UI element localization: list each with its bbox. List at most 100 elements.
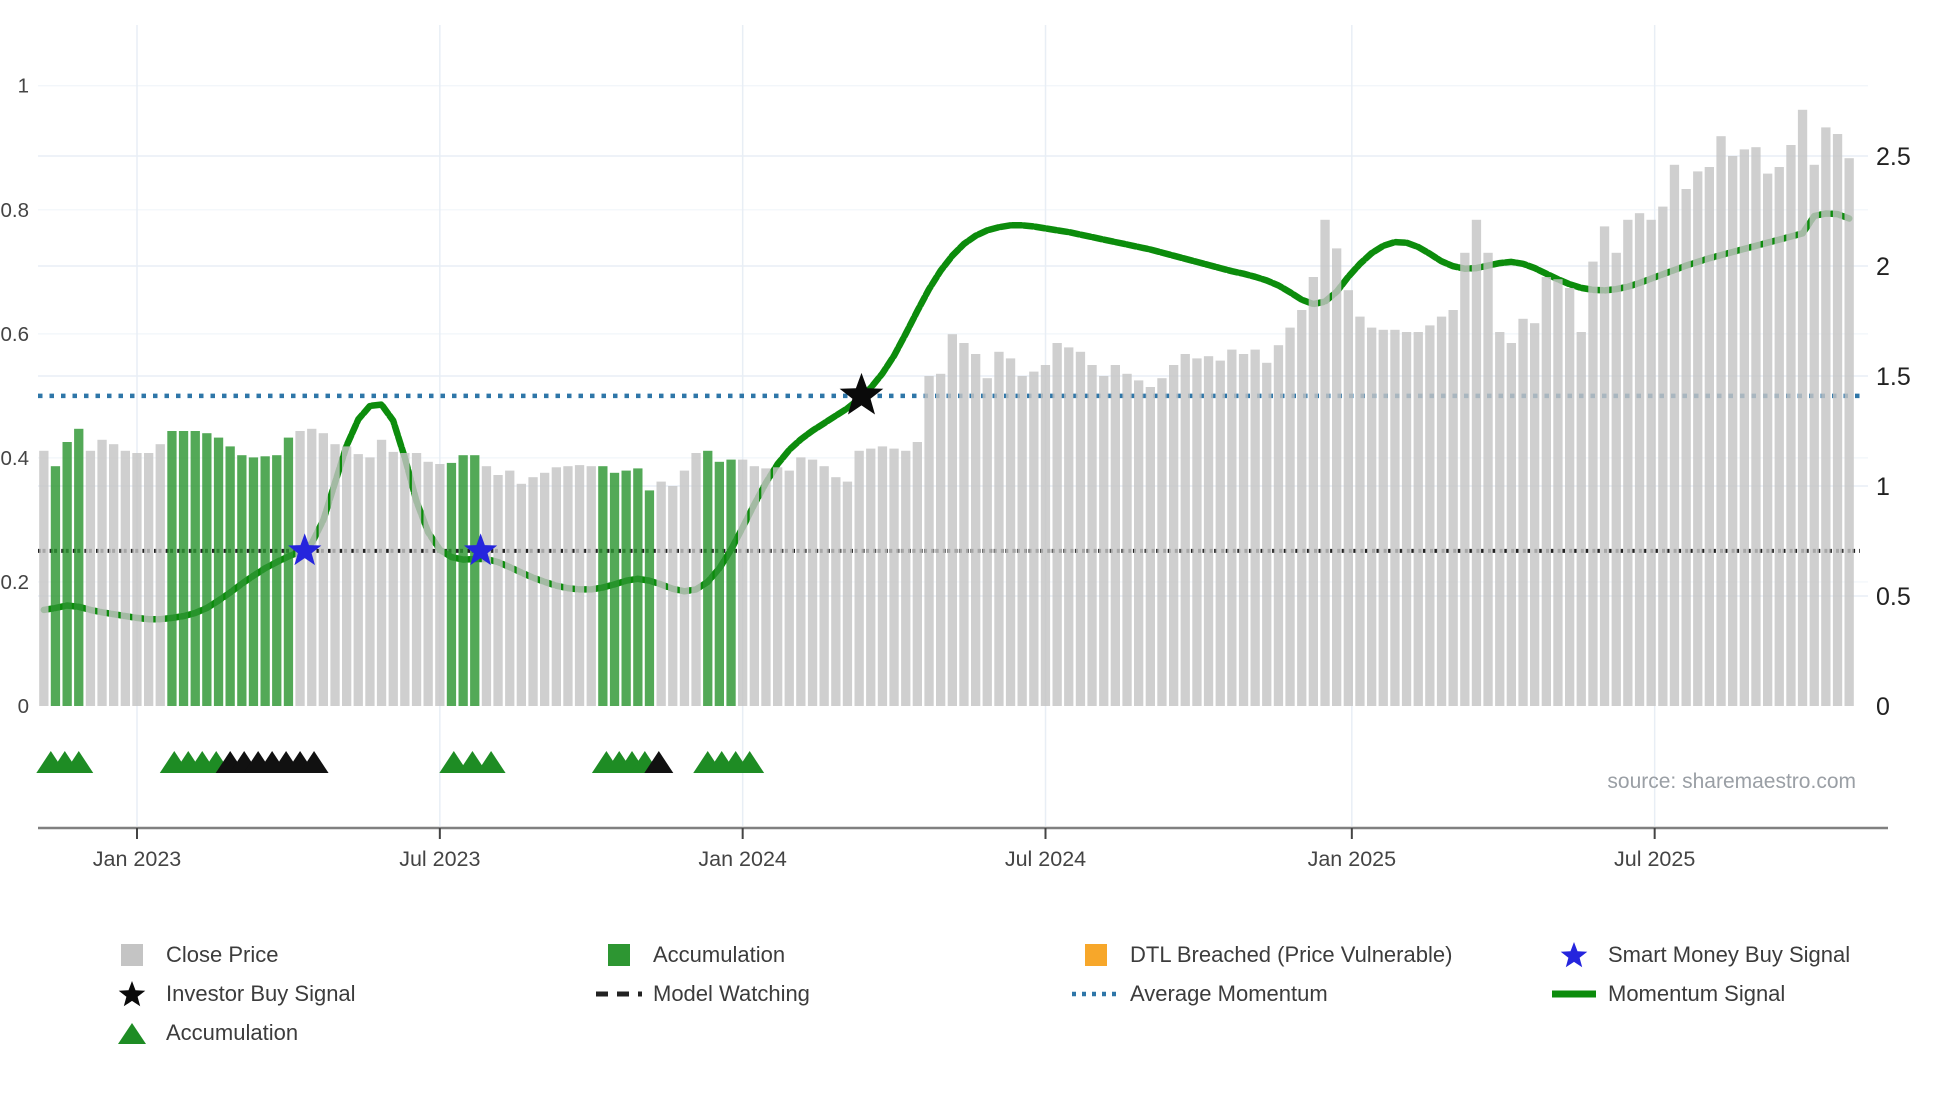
close-price-bar bbox=[877, 446, 888, 706]
close-price-bar bbox=[1122, 373, 1132, 706]
legend-item-model-watching: Model Watching bbox=[593, 981, 810, 1007]
close-price-bar bbox=[1075, 351, 1086, 706]
close-price-bar bbox=[1157, 378, 1167, 706]
close-price-bar bbox=[528, 477, 538, 706]
close-price-bar bbox=[1064, 347, 1074, 706]
close-price-bar bbox=[505, 470, 515, 706]
close-price-bar bbox=[1203, 356, 1214, 706]
legend-item-average-momentum: Average Momentum bbox=[1070, 981, 1452, 1007]
close-price-bar bbox=[376, 439, 387, 706]
accumulation-bar bbox=[225, 446, 235, 706]
close-price-bar bbox=[773, 467, 783, 706]
close-price-bar bbox=[574, 465, 585, 706]
legend-star-icon bbox=[1560, 942, 1588, 968]
close-price-bar bbox=[668, 486, 678, 706]
legend-square-swatch bbox=[608, 944, 630, 966]
close-price-bar bbox=[854, 450, 864, 706]
close-price-bar bbox=[1052, 343, 1062, 706]
accumulation-bar bbox=[190, 431, 200, 706]
close-price-bar bbox=[1623, 219, 1633, 707]
close-price-bar bbox=[109, 444, 119, 706]
accumulation-bar bbox=[283, 437, 294, 706]
legend-item-accumulation-triangle: Accumulation bbox=[106, 1020, 356, 1046]
close-price-bar bbox=[842, 481, 853, 706]
legend-item-smart-money-buy-signal: Smart Money Buy Signal bbox=[1548, 942, 1850, 968]
close-price-bar bbox=[1518, 318, 1528, 706]
close-price-bar bbox=[342, 446, 352, 706]
close-price-bar bbox=[679, 470, 690, 706]
close-price-bar bbox=[1774, 167, 1784, 706]
close-price-bar bbox=[784, 470, 794, 706]
close-price-bar bbox=[563, 466, 573, 706]
close-price-bar bbox=[1192, 358, 1202, 706]
legend-item-close-price: Close Price bbox=[106, 942, 356, 968]
close-price-bar bbox=[1681, 189, 1691, 706]
legend-item-accumulation-bar: Accumulation bbox=[593, 942, 810, 968]
accumulation-bar bbox=[703, 450, 713, 706]
legend-column: DTL Breached (Price Vulnerable) Average M… bbox=[1070, 942, 1452, 1007]
close-price-bar bbox=[924, 376, 934, 706]
legend-item-investor-buy-signal: Investor Buy Signal bbox=[106, 981, 356, 1007]
right-tick-label: 0 bbox=[1876, 693, 1890, 721]
accumulation-bar bbox=[621, 470, 631, 706]
accumulation-bar bbox=[213, 437, 224, 706]
x-tick-label: Jan 2024 bbox=[698, 847, 787, 871]
close-price-bar bbox=[1739, 149, 1749, 706]
close-price-bar bbox=[1332, 248, 1342, 706]
close-price-bar bbox=[551, 467, 561, 706]
legend-label: Momentum Signal bbox=[1608, 981, 1786, 1006]
close-price-bar bbox=[1343, 290, 1353, 706]
close-price-bar bbox=[1029, 371, 1039, 706]
close-price-bar bbox=[144, 453, 154, 706]
close-price-bar bbox=[1669, 164, 1680, 707]
left-tick-label: 0.2 bbox=[1, 571, 30, 594]
accumulation-bar bbox=[609, 472, 620, 706]
accumulation-bar bbox=[598, 466, 608, 706]
close-price-bar bbox=[132, 453, 142, 706]
close-price-bar bbox=[1215, 360, 1225, 706]
close-price-bar bbox=[39, 450, 49, 706]
legend-label: DTL Breached (Price Vulnerable) bbox=[1130, 942, 1453, 967]
close-price-bar bbox=[1390, 329, 1400, 706]
x-tick-label: Jan 2023 bbox=[93, 847, 182, 871]
accumulation-bar bbox=[470, 455, 480, 706]
close-price-bar bbox=[1005, 358, 1016, 706]
close-price-bar bbox=[295, 431, 305, 706]
y-axis-right-labels: 0 0.5 1 1.5 2 2.5 bbox=[1876, 143, 1911, 721]
close-price-bar bbox=[982, 378, 992, 706]
close-price-bar bbox=[1110, 365, 1120, 706]
close-price-bar bbox=[1250, 349, 1260, 706]
legend-item-dtl-breached: DTL Breached (Price Vulnerable) bbox=[1070, 942, 1452, 968]
close-price-bar bbox=[1425, 325, 1435, 706]
source-note: source: sharemaestro.com bbox=[1607, 770, 1856, 793]
close-price-bar bbox=[1238, 354, 1249, 706]
close-price-bar bbox=[481, 466, 492, 706]
right-tick-label: 2 bbox=[1876, 253, 1890, 281]
chart-page: Jan 2023 Jul 2023 Jan 2024 Jul 2024 Jan 2025… bbox=[0, 0, 1960, 1102]
close-price-bar bbox=[1763, 173, 1773, 707]
close-price-bar bbox=[1483, 252, 1493, 707]
close-price-bar bbox=[120, 450, 130, 706]
close-price-bar bbox=[1541, 277, 1551, 706]
close-price-bar bbox=[1262, 362, 1272, 706]
legend-item-momentum-signal: Momentum Signal bbox=[1548, 981, 1850, 1007]
accumulation-bar bbox=[178, 431, 189, 706]
left-tick-label: 1 bbox=[18, 75, 29, 98]
close-price-bar bbox=[1576, 332, 1586, 706]
legend-star-icon bbox=[118, 981, 146, 1007]
close-price-bar bbox=[656, 481, 666, 706]
x-tick-label: Jul 2025 bbox=[1614, 847, 1695, 871]
close-price-bar bbox=[1844, 158, 1854, 706]
close-price-bar bbox=[1588, 261, 1598, 706]
close-price-bar bbox=[901, 450, 911, 706]
legend-label: Accumulation bbox=[653, 942, 786, 967]
accumulation-bar bbox=[714, 461, 724, 706]
accumulation-bar bbox=[202, 433, 212, 706]
close-price-bar bbox=[1169, 365, 1179, 706]
close-price-bar bbox=[1413, 332, 1423, 706]
close-price-bar bbox=[1611, 252, 1621, 707]
accumulation-bar bbox=[633, 468, 643, 706]
right-tick-label: 2.5 bbox=[1876, 143, 1911, 171]
close-price-bar bbox=[831, 477, 841, 706]
close-price-bar bbox=[1646, 219, 1656, 707]
